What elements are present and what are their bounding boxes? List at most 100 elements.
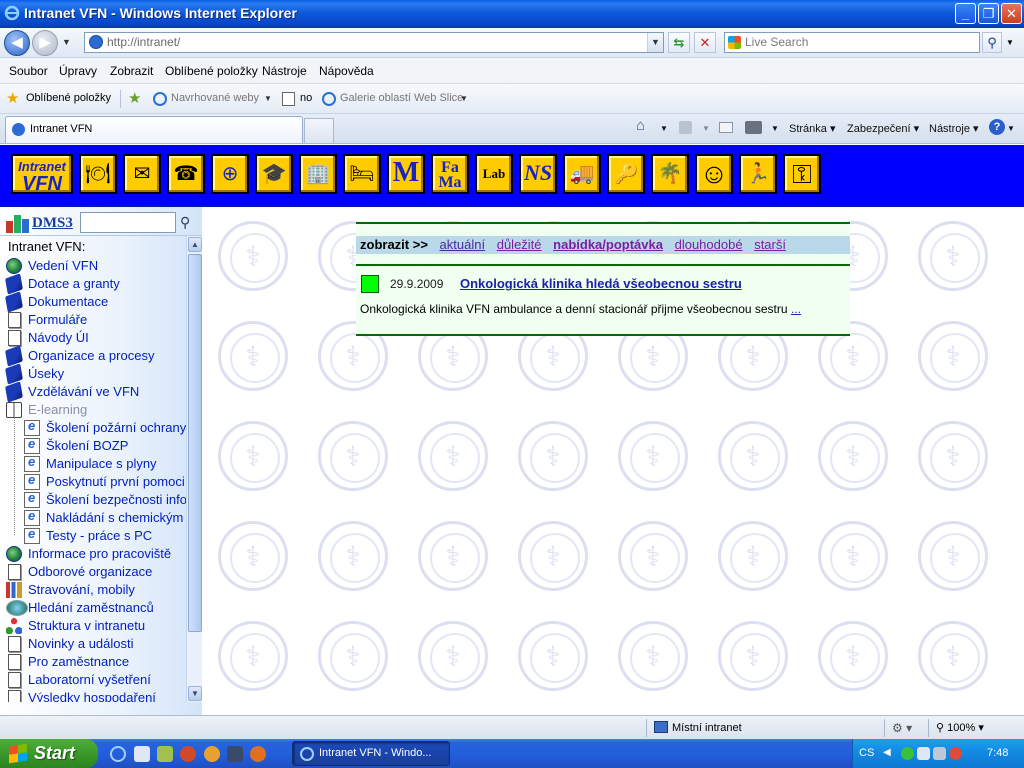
add-favorite-icon[interactable]: ★ (128, 89, 141, 107)
tree-item-label: Testy - práce s PC (46, 528, 153, 543)
help-icon[interactable]: ? (989, 119, 1005, 135)
protected-mode-icon[interactable]: ⚙ ▾ (892, 721, 912, 735)
taskbar-item-intranet-vfn[interactable]: Intranet VFN - Windo... (292, 741, 450, 766)
navigation-tree: Intranet VFN: Vedení VFN Dotace a granty D… (0, 236, 186, 702)
refresh-button[interactable]: ⇆ (668, 32, 690, 53)
tray-volume-icon[interactable] (933, 747, 946, 760)
no-link[interactable]: no (300, 92, 312, 104)
tray-expand-icon[interactable]: ◀ (883, 747, 891, 758)
filter-offer-demand[interactable]: nabídka/poptávka (553, 237, 663, 252)
menu-view[interactable]: Zobrazit (110, 64, 153, 78)
tray-status-icon[interactable] (901, 747, 914, 760)
tree-item-label: Návody ÚI (28, 330, 89, 345)
dms-icon (6, 215, 30, 233)
read-mail-icon[interactable] (719, 122, 733, 133)
security-menu[interactable]: Zabezpečení ▾ (847, 122, 919, 135)
palm-tree-icon[interactable]: 🌴 (651, 154, 689, 194)
scroll-down-icon[interactable]: ▼ (188, 686, 202, 701)
ns-icon[interactable]: NS (519, 154, 557, 194)
menu-tools[interactable]: Nástroje (262, 64, 307, 78)
media-quicklaunch-icon[interactable] (180, 746, 196, 762)
filter-important[interactable]: důležité (497, 237, 542, 252)
forward-button[interactable]: ▶ (32, 30, 58, 56)
filter-long-term[interactable]: dlouhodobé (675, 237, 743, 252)
print-icon[interactable] (745, 121, 762, 134)
search-button[interactable]: ⚲ (982, 32, 1002, 53)
web-slice-gallery-link[interactable]: Galerie oblastí Web Slice (340, 92, 463, 104)
home-icon[interactable]: ⌂ (636, 117, 645, 134)
close-button[interactable]: ✕ (1001, 3, 1022, 24)
gallery-dropdown-icon[interactable]: ▼ (460, 94, 468, 103)
search-input[interactable]: Live Search (724, 32, 980, 53)
net-icon (6, 618, 22, 634)
feeds-dropdown-icon[interactable]: ▼ (702, 124, 710, 133)
key-icon[interactable]: ⚿ (783, 154, 821, 194)
tools-menu[interactable]: Nástroje ▾ (929, 122, 979, 135)
minimize-button[interactable]: _ (955, 3, 976, 24)
falling-person-icon[interactable]: 🏃 (739, 154, 777, 194)
tree-vertical-scrollbar[interactable]: ▲ ▼ (186, 236, 202, 702)
desktop-quicklaunch-icon[interactable] (134, 746, 150, 762)
zoom-level[interactable]: ⚲ 100% ▾ (936, 721, 984, 734)
tray-network-icon[interactable] (917, 747, 930, 760)
menu-favorites[interactable]: Oblíbené položky (165, 64, 258, 78)
lab-icon[interactable]: Lab (475, 154, 513, 194)
start-button[interactable]: Start (0, 739, 98, 768)
intranet-vfn-logo[interactable]: Intranet VFN (11, 154, 73, 194)
tray-security-icon[interactable] (949, 747, 962, 760)
emblem-icon[interactable]: ⊕ (211, 154, 249, 194)
letter-m-icon[interactable]: M (387, 154, 425, 194)
tab-intranet-vfn[interactable]: Intranet VFN (5, 116, 303, 143)
print-dropdown-icon[interactable]: ▼ (771, 124, 779, 133)
tool-quicklaunch-icon[interactable] (227, 746, 243, 762)
address-dropdown-icon[interactable]: ▼ (647, 33, 663, 52)
news-title-link[interactable]: Onkologická klinika hledá všeobecnou ses… (460, 276, 742, 291)
new-tab-button[interactable] (304, 118, 334, 143)
page-menu[interactable]: Stránka ▾ (789, 122, 836, 135)
scroll-thumb[interactable] (188, 254, 202, 632)
truck-icon[interactable]: 🚚 (563, 154, 601, 194)
tree-item-label: Laboratorní vyšetření (28, 672, 151, 687)
suggested-dropdown-icon[interactable]: ▼ (264, 94, 272, 103)
graduation-cap-icon[interactable]: 🎓 (255, 154, 293, 194)
tree-item-label: Vedení VFN (28, 258, 99, 273)
filter-current[interactable]: aktuální (440, 237, 486, 252)
favorites-button[interactable]: Oblíbené položky (26, 92, 111, 104)
news-more-link[interactable]: ... (791, 302, 801, 316)
menu-edit[interactable]: Úpravy (59, 64, 97, 78)
dms-search-icon[interactable]: ⚲ (180, 214, 190, 231)
help-dropdown-icon[interactable]: ▼ (1007, 124, 1015, 133)
feeds-icon[interactable] (679, 121, 692, 134)
envelope-icon[interactable]: ✉ (123, 154, 161, 194)
stop-button[interactable]: ✕ (694, 32, 716, 53)
home-dropdown-icon[interactable]: ▼ (660, 124, 668, 133)
fama-icon[interactable]: Fa Ma (431, 154, 469, 194)
menu-file[interactable]: Soubor (9, 64, 48, 78)
main-content: zobrazit >> aktuální důležité nabídka/po… (202, 207, 1024, 715)
smiley-icon[interactable]: ☺ (695, 154, 733, 194)
suggested-sites-link[interactable]: Navrhované weby (171, 92, 259, 104)
ie-quicklaunch-icon[interactable] (110, 746, 126, 762)
watermark-emblem (918, 421, 988, 491)
music-quicklaunch-icon[interactable] (204, 746, 220, 762)
language-indicator[interactable]: CS (859, 747, 874, 759)
dms-search-input[interactable] (80, 212, 176, 233)
plate-icon[interactable]: 🍽 (79, 154, 117, 194)
back-button[interactable]: ◀ (4, 30, 30, 56)
key-card-icon[interactable]: 🔑 (607, 154, 645, 194)
maximize-button[interactable]: ❐ (978, 3, 999, 24)
firefox-quicklaunch-icon[interactable] (250, 746, 266, 762)
clock[interactable]: 7:48 (987, 747, 1008, 759)
scroll-up-icon[interactable]: ▲ (188, 237, 202, 252)
app-quicklaunch-icon[interactable] (157, 746, 173, 762)
filter-older[interactable]: starší (754, 237, 786, 252)
bed-icon[interactable]: 🛏 (343, 154, 381, 194)
menu-help[interactable]: Nápověda (319, 64, 374, 78)
building-icon[interactable]: 🏢 (299, 154, 337, 194)
dms3-link[interactable]: DMS3 (32, 215, 73, 232)
address-url: http://intranet/ (107, 35, 181, 49)
address-input[interactable]: http://intranet/ ▼ (84, 32, 664, 53)
telephone-icon[interactable]: ☎ (167, 154, 205, 194)
search-options-icon[interactable]: ▼ (1006, 38, 1014, 47)
history-dropdown-icon[interactable]: ▼ (62, 37, 71, 47)
